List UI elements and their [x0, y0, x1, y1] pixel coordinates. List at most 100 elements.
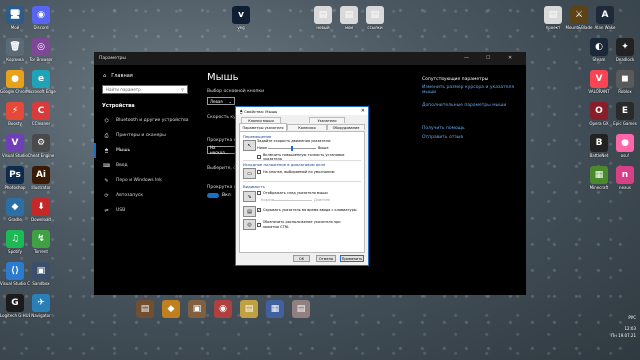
app-icon: ✈: [32, 294, 50, 312]
desktop-icon[interactable]: ▤: [286, 300, 316, 334]
desktop-icon-label: Download: [31, 217, 51, 222]
sidebar-item[interactable]: 🖱 Мышь: [94, 143, 194, 158]
desktop-icon[interactable]: ✈ Navigator: [26, 294, 56, 328]
desktop-icon[interactable]: ◎ Tor Browser: [26, 38, 56, 72]
group-snap: Исходное положение в диалоговом окне: [243, 162, 326, 167]
desktop-icon-label: nexus: [619, 185, 631, 190]
home-link[interactable]: ⌂ Главная: [94, 65, 194, 79]
desktop-icon[interactable]: E Epic Games: [610, 102, 640, 136]
desktop-icon[interactable]: Ai Illustrator: [26, 166, 56, 200]
inactive-scroll-toggle[interactable]: [207, 193, 219, 198]
app-icon: ◉: [32, 6, 50, 24]
apply-button[interactable]: Применить: [340, 255, 364, 262]
app-icon: ◆: [6, 198, 24, 216]
tab-pointers[interactable]: Указатели: [309, 117, 345, 123]
settings-titlebar[interactable]: Параметры: [94, 52, 526, 65]
speed-slider-thumb[interactable]: [291, 146, 293, 151]
app-icon: ↯: [32, 230, 50, 248]
feedback-link[interactable]: Отправить отзыв: [422, 135, 522, 140]
sidebar-item[interactable]: ⌬ Bluetooth и другие устройства: [94, 113, 194, 128]
desktop-icon-label: Torrent: [34, 249, 48, 254]
desktop-icon[interactable]: n nexus: [610, 166, 640, 200]
tab-wheel[interactable]: Колесико: [287, 124, 327, 130]
snap-checkbox[interactable]: [257, 170, 261, 174]
app-icon: ◆: [162, 300, 180, 318]
help-link[interactable]: Получить помощь: [422, 126, 522, 131]
show-ctrl-row[interactable]: Обозначить расположение указателя при на…: [257, 220, 345, 229]
sidebar-item[interactable]: ⟳ Автозапуск: [94, 188, 194, 203]
cancel-button[interactable]: Отмена: [316, 255, 336, 262]
app-icon: V: [6, 134, 24, 152]
extra-mouse-link[interactable]: Дополнительные параметры мыши: [422, 103, 522, 108]
app-icon: ◎: [32, 38, 50, 56]
trails-slider-track[interactable]: [272, 200, 312, 201]
precision-checkbox[interactable]: [257, 155, 261, 159]
desktop-icon[interactable]: C CCleaner: [26, 102, 56, 136]
desktop-icon[interactable]: A Alan Wake: [590, 6, 620, 40]
related-settings: Сопутствующие параметры Изменить размер …: [422, 77, 522, 140]
sidebar-item[interactable]: ✎ Перо и Windows Ink: [94, 173, 194, 188]
primary-button-select[interactable]: Левая ⌄: [207, 97, 235, 105]
sidebar-item[interactable]: ⌨ Ввод: [94, 158, 194, 173]
desktop-icon-label: Roblox: [618, 89, 632, 94]
app-icon: ⚔: [570, 6, 588, 24]
nav-icon: ⌨: [103, 162, 111, 169]
desktop-icon[interactable]: e Microsoft Edge: [26, 70, 56, 104]
desktop-icon[interactable]: ✦ Deadlock: [610, 38, 640, 72]
dialog-titlebar[interactable]: 🖱 Свойства: Мышь: [236, 107, 368, 115]
app-icon: v: [232, 6, 250, 24]
snap-row[interactable]: На кнопке, выбираемой по умолчанию: [257, 170, 335, 174]
app-icon: e: [32, 70, 50, 88]
app-icon: ▤: [366, 6, 384, 24]
show-ctrl-checkbox[interactable]: [257, 222, 261, 227]
desktop-icon[interactable]: ◼ Roblox: [610, 70, 640, 104]
desktop-icon[interactable]: ⬇ Download: [26, 198, 56, 232]
tab-pointer-options[interactable]: Параметры указателя: [239, 123, 287, 131]
clock-date: Пн 19.07.21: [611, 333, 636, 338]
app-icon: ▤: [544, 6, 562, 24]
desktop-icon[interactable]: ▤ ссылки: [360, 6, 390, 40]
desktop-icon[interactable]: ▣ Sandbox: [26, 262, 56, 296]
group-visibility: Видимость: [243, 184, 265, 189]
ok-button[interactable]: ОК: [293, 255, 310, 262]
hide-typing-checkbox[interactable]: ✓: [257, 208, 261, 212]
dialog-close-icon[interactable]: ✕: [361, 108, 365, 114]
minimize-icon[interactable]: —: [464, 55, 469, 61]
app-icon: ▦: [590, 166, 608, 184]
language-indicator[interactable]: РУС: [628, 315, 636, 320]
scroll-select[interactable]: На нескол...: [207, 145, 237, 155]
tab-hardware[interactable]: Оборудование: [327, 124, 365, 130]
desktop-icon-label: Illustrator: [31, 185, 51, 190]
app-icon: ▤: [314, 6, 332, 24]
search-input[interactable]: Найти параметр ⚲: [102, 85, 188, 94]
app-icon: ⬇: [32, 198, 50, 216]
nav-list: ⌬ Bluetooth и другие устройства ⎙ Принтеры …: [94, 113, 194, 218]
sidebar-item[interactable]: ⇌ USB: [94, 203, 194, 218]
desktop-icon[interactable]: v veg: [226, 6, 256, 40]
mouse-properties-dialog[interactable]: 🖱 Свойства: Мышь ✕ Кнопки мыши Указатели…: [235, 106, 369, 266]
app-icon: Ps: [6, 166, 24, 184]
trails-row[interactable]: Отображать след указателя мыши: [257, 191, 328, 195]
hide-typing-row[interactable]: ✓ Скрывать указатель во время ввода с кл…: [257, 208, 357, 212]
show-ctrl-label: Обозначить расположение указателя при на…: [262, 220, 341, 229]
section-title: Устройства: [102, 103, 135, 109]
desktop-icon-label: Tor Browser: [29, 57, 53, 62]
app-icon: ▦: [266, 300, 284, 318]
divider: [243, 160, 361, 161]
app-icon: G: [6, 294, 24, 312]
maximize-icon[interactable]: ☐: [486, 55, 490, 61]
app-icon: ⟨⟩: [6, 262, 24, 280]
close-icon[interactable]: ✕: [508, 55, 512, 61]
sidebar-item-label: Принтеры и сканеры: [116, 133, 166, 138]
clock-time[interactable]: 12:03: [624, 326, 636, 331]
desktop-icon[interactable]: ⚙ Cheat Engine: [26, 134, 56, 168]
app-icon: ◐: [590, 38, 608, 56]
desktop-icon[interactable]: ◉ Discord: [26, 6, 56, 40]
trails-checkbox[interactable]: [257, 191, 261, 195]
cursor-size-link[interactable]: Изменить размер курсора и указателя мыши: [422, 85, 522, 95]
desktop-icon-label: Navigator: [31, 313, 51, 318]
desktop-icon-label: Deadlock: [615, 57, 635, 62]
desktop-icon[interactable]: ↯ Torrent: [26, 230, 56, 264]
desktop-icon[interactable]: ● osu!: [610, 134, 640, 168]
sidebar-item[interactable]: ⎙ Принтеры и сканеры: [94, 128, 194, 143]
